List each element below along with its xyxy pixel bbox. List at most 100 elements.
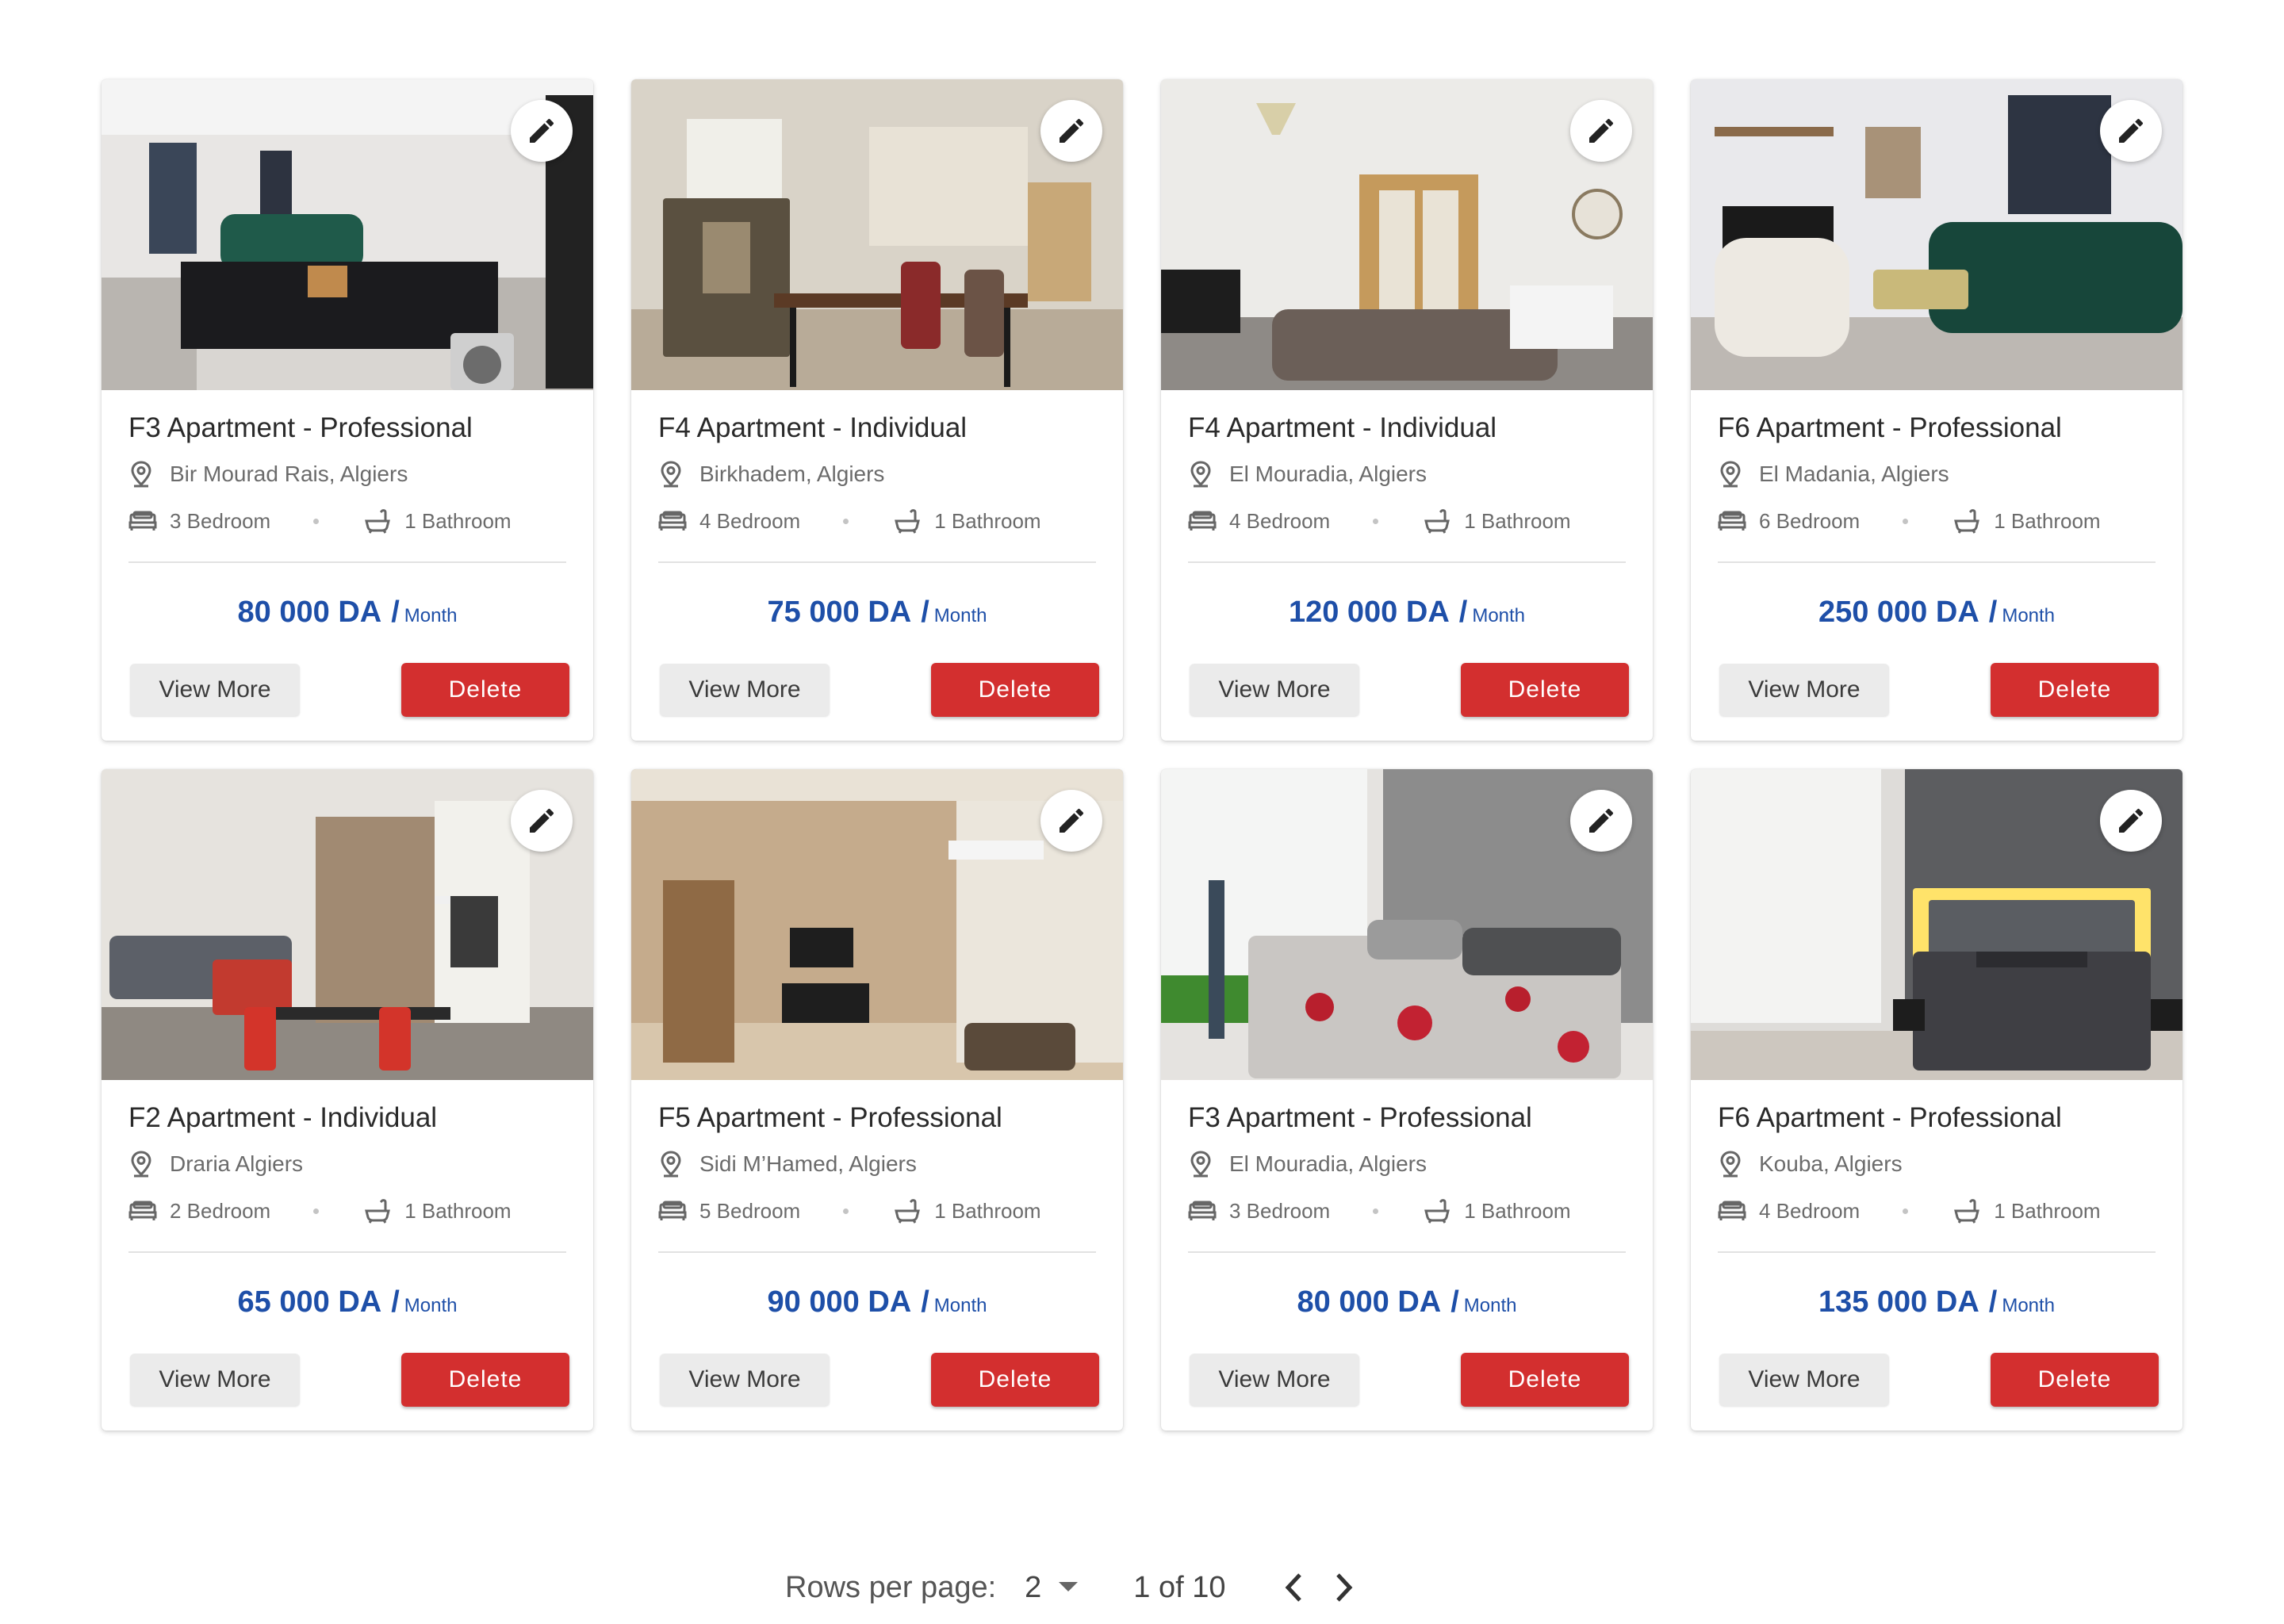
delete-button[interactable]: Delete (1991, 1353, 2159, 1407)
delete-button[interactable]: Delete (401, 1353, 569, 1407)
separator-dot (843, 1208, 849, 1214)
price-slash: / (1988, 596, 1998, 629)
listing-card: F4 Apartment - Individual Birkhadem, Alg… (631, 79, 1123, 741)
view-more-button[interactable]: View More (130, 664, 300, 716)
bathroom-count: 1 Bathroom (934, 1198, 1041, 1223)
listing-price: 135 000 DA / Month (1718, 1283, 2156, 1321)
separator-dot (313, 518, 320, 524)
delete-button[interactable]: Delete (1461, 663, 1629, 717)
edit-button[interactable] (511, 100, 573, 162)
price-amount: 80 000 DA (1297, 1285, 1442, 1319)
listing-price: 90 000 DA / Month (658, 1283, 1096, 1321)
separator-dot (1373, 1208, 1379, 1214)
bedroom-count: 4 Bedroom (699, 508, 801, 533)
price-slash: / (1988, 1285, 1998, 1319)
bathtub-icon (365, 1199, 391, 1224)
rows-per-page-label: Rows per page: (785, 1570, 997, 1604)
separator-dot (313, 1208, 320, 1214)
rows-per-page-select[interactable]: 2 (1025, 1570, 1079, 1605)
bed-icon (658, 511, 687, 530)
divider (1718, 561, 2156, 563)
pencil-icon (2119, 118, 2144, 143)
price-amount: 65 000 DA (237, 1285, 382, 1319)
listing-location: Kouba, Algiers (1759, 1151, 1903, 1176)
chevron-right-icon (1336, 1573, 1352, 1602)
bedroom-count: 4 Bedroom (1229, 508, 1331, 533)
price-amount: 90 000 DA (767, 1285, 912, 1319)
pagination: Rows per page: 2 1 of 10 (785, 1564, 1355, 1611)
delete-button[interactable]: Delete (931, 1353, 1099, 1407)
pencil-icon (1589, 808, 1614, 833)
pencil-icon (1060, 118, 1084, 143)
bathtub-icon (895, 1199, 921, 1224)
pencil-icon (530, 118, 554, 143)
price-slash: / (1450, 1285, 1459, 1319)
delete-button[interactable]: Delete (401, 663, 569, 717)
edit-button[interactable] (1570, 790, 1632, 852)
separator-dot (1903, 1208, 1909, 1214)
location-pin-icon (661, 461, 681, 488)
listing-price: 65 000 DA / Month (128, 1283, 566, 1321)
location-pin-icon (1720, 461, 1741, 488)
bed-icon (1718, 511, 1746, 530)
listing-location: El Mouradia, Algiers (1229, 1151, 1428, 1176)
edit-button[interactable] (2100, 100, 2162, 162)
price-amount: 250 000 DA (1818, 596, 1979, 629)
rows-per-page-value: 2 (1025, 1570, 1042, 1604)
edit-button[interactable] (511, 790, 573, 852)
view-more-button[interactable]: View More (660, 664, 830, 716)
price-period: Month (1472, 605, 1526, 626)
bed-icon (1188, 1201, 1217, 1220)
view-more-button[interactable]: View More (130, 1354, 300, 1406)
bedroom-count: 3 Bedroom (1229, 1198, 1331, 1223)
bed-icon (128, 1201, 157, 1220)
delete-button[interactable]: Delete (931, 663, 1099, 717)
price-period: Month (404, 1295, 458, 1316)
view-more-button[interactable]: View More (1190, 1354, 1359, 1406)
view-more-button[interactable]: View More (660, 1354, 830, 1406)
edit-button[interactable] (2100, 790, 2162, 852)
bathtub-icon (1954, 509, 1980, 534)
separator-dot (843, 518, 849, 524)
price-period: Month (1463, 1295, 1517, 1316)
price-amount: 75 000 DA (767, 596, 912, 629)
bathtub-icon (365, 509, 391, 534)
bedroom-count: 4 Bedroom (1759, 1198, 1861, 1223)
bathroom-count: 1 Bathroom (1464, 508, 1571, 533)
previous-page-button[interactable] (1283, 1572, 1304, 1603)
bedroom-count: 6 Bedroom (1759, 508, 1861, 533)
listing-grid: F3 Apartment - Professional Bir Mourad R… (102, 79, 2182, 1431)
listing-card: F4 Apartment - Individual El Mouradia, A… (1161, 79, 1653, 741)
listing-card: F6 Apartment - Professional Kouba, Algie… (1691, 769, 2182, 1431)
location-pin-icon (131, 461, 151, 488)
separator-dot (1373, 518, 1379, 524)
delete-button[interactable]: Delete (1461, 1353, 1629, 1407)
view-more-button[interactable]: View More (1190, 664, 1359, 716)
listing-price: 250 000 DA / Month (1718, 593, 2156, 631)
listing-location: Birkhadem, Algiers (699, 462, 885, 486)
listing-title: F3 Apartment - Professional (128, 412, 473, 443)
next-page-button[interactable] (1334, 1572, 1355, 1603)
price-period: Month (404, 605, 458, 626)
bedroom-count: 2 Bedroom (170, 1198, 271, 1223)
bathtub-icon (1954, 1199, 1980, 1224)
edit-button[interactable] (1040, 100, 1102, 162)
listing-card: F2 Apartment - Individual Draria Algiers (102, 769, 593, 1431)
listing-title: F4 Apartment - Individual (1188, 412, 1497, 443)
listing-price: 120 000 DA / Month (1188, 593, 1626, 631)
edit-button[interactable] (1570, 100, 1632, 162)
edit-button[interactable] (1040, 790, 1102, 852)
price-period: Month (933, 605, 987, 626)
pencil-icon (1589, 118, 1614, 143)
pencil-icon (530, 808, 554, 833)
listing-price: 80 000 DA / Month (128, 593, 566, 631)
page-range: 1 of 10 (1133, 1570, 1226, 1604)
bathroom-count: 1 Bathroom (1994, 508, 2101, 533)
listing-location: Draria Algiers (170, 1151, 304, 1176)
delete-button[interactable]: Delete (1991, 663, 2159, 717)
pencil-icon (1060, 808, 1084, 833)
bathroom-count: 1 Bathroom (934, 508, 1041, 533)
view-more-button[interactable]: View More (1719, 1354, 1889, 1406)
view-more-button[interactable]: View More (1719, 664, 1889, 716)
price-slash: / (921, 1285, 929, 1319)
